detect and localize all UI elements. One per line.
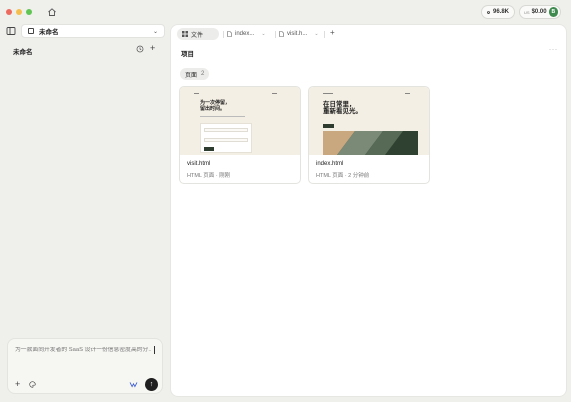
file-card-visit-html[interactable]: ▬▬ ▬▬ 为一次停留， 留出时间。 visit.html HTML 页面 · … bbox=[179, 86, 301, 184]
attach-icon[interactable]: + bbox=[15, 380, 20, 389]
model-icon[interactable] bbox=[129, 381, 138, 388]
palette-icon[interactable] bbox=[29, 381, 36, 388]
thumbnail-scrollbar bbox=[299, 89, 300, 125]
file-card-index-html[interactable]: ▬▬▬▬ ▬▬ 在日常里， 重新看见光。 index.html HTML 页面 … bbox=[308, 86, 430, 184]
github-stars-count: 96.8K bbox=[492, 9, 509, 15]
cost-currency: US bbox=[524, 9, 530, 15]
file-meta: HTML 页面 · 刚刚 bbox=[187, 173, 231, 179]
thumbnail-hero-image bbox=[323, 131, 418, 155]
tab-index-html[interactable]: index... ⌄ bbox=[227, 28, 266, 40]
chevron-down-icon: ⌄ bbox=[152, 28, 158, 35]
tab-divider bbox=[275, 31, 276, 38]
cost-amount: $0.00 bbox=[531, 9, 547, 15]
close-window-button[interactable] bbox=[6, 9, 12, 15]
cost-indicator[interactable]: US $0.00 B bbox=[519, 5, 561, 19]
thumbnail-heading: 为一次停留， 留出时间。 bbox=[200, 100, 231, 112]
project-name: 未命名 bbox=[39, 29, 59, 36]
grid-icon bbox=[182, 31, 188, 37]
file-thumbnail: ▬▬▬▬ ▬▬ 在日常里， 重新看见光。 bbox=[309, 87, 429, 155]
project-icon bbox=[28, 28, 34, 34]
close-tab-icon[interactable]: ⌄ bbox=[314, 31, 318, 37]
arrow-up-icon: ↑ bbox=[149, 381, 154, 388]
tab-label: 文件 bbox=[191, 32, 204, 39]
send-button[interactable]: ↑ bbox=[145, 378, 158, 391]
text-caret bbox=[154, 346, 155, 354]
history-icon[interactable] bbox=[136, 45, 144, 53]
thumbnail-scrollbar bbox=[428, 89, 429, 125]
new-session-icon[interactable]: + bbox=[150, 44, 155, 53]
home-icon[interactable] bbox=[47, 7, 57, 17]
tab-divider bbox=[223, 31, 224, 38]
sidebar-toggle-icon[interactable] bbox=[6, 26, 16, 36]
thumbnail-heading: 在日常里， 重新看见光。 bbox=[323, 101, 362, 116]
chat-input[interactable] bbox=[15, 347, 151, 353]
file-meta: HTML 页面 · 2 分钟前 bbox=[316, 173, 370, 179]
github-icon bbox=[487, 10, 490, 14]
filter-count: 2 bbox=[201, 71, 205, 77]
close-tab-icon[interactable]: ⌄ bbox=[261, 31, 265, 37]
main-panel: 文件 index... ⌄ visit.h... ⌄ + 项目 ··· 页面 2… bbox=[170, 24, 567, 397]
avatar[interactable]: B bbox=[548, 7, 558, 17]
file-icon bbox=[279, 31, 284, 37]
thumbnail-nav: ▬▬ bbox=[405, 92, 410, 95]
thumbnail-subtitle bbox=[200, 116, 245, 117]
tab-visit-html[interactable]: visit.h... ⌄ bbox=[279, 28, 319, 40]
filter-label: 页面 bbox=[185, 72, 198, 79]
thumbnail-nav: ▬▬ bbox=[272, 92, 277, 95]
section-title: 项目 bbox=[181, 51, 194, 58]
tab-files[interactable]: 文件 bbox=[177, 28, 219, 40]
file-icon bbox=[227, 31, 232, 37]
thumbnail-nav: ▬▬▬▬ bbox=[323, 92, 333, 95]
tab-label: index... bbox=[235, 31, 255, 37]
file-name: visit.html bbox=[187, 161, 211, 167]
tab-divider bbox=[324, 31, 325, 38]
file-thumbnail: ▬▬ ▬▬ 为一次停留， 留出时间。 bbox=[180, 87, 300, 155]
minimize-window-button[interactable] bbox=[16, 9, 22, 15]
tab-label: visit.h... bbox=[287, 31, 308, 37]
thumbnail-button bbox=[323, 124, 334, 128]
filter-pages-chip[interactable]: 页面 2 bbox=[180, 68, 210, 80]
chat-composer: + ↑ bbox=[7, 338, 163, 394]
more-options-icon[interactable]: ··· bbox=[549, 47, 558, 53]
session-title: 未命名 bbox=[13, 49, 33, 56]
add-tab-icon[interactable]: + bbox=[330, 28, 335, 37]
file-name: index.html bbox=[316, 161, 344, 167]
project-selector[interactable]: 未命名 ⌄ bbox=[21, 24, 165, 38]
thumbnail-nav: ▬▬ bbox=[194, 92, 199, 95]
thumbnail-form bbox=[200, 123, 252, 153]
github-stars-button[interactable]: 96.8K bbox=[481, 5, 515, 19]
maximize-window-button[interactable] bbox=[26, 9, 32, 15]
